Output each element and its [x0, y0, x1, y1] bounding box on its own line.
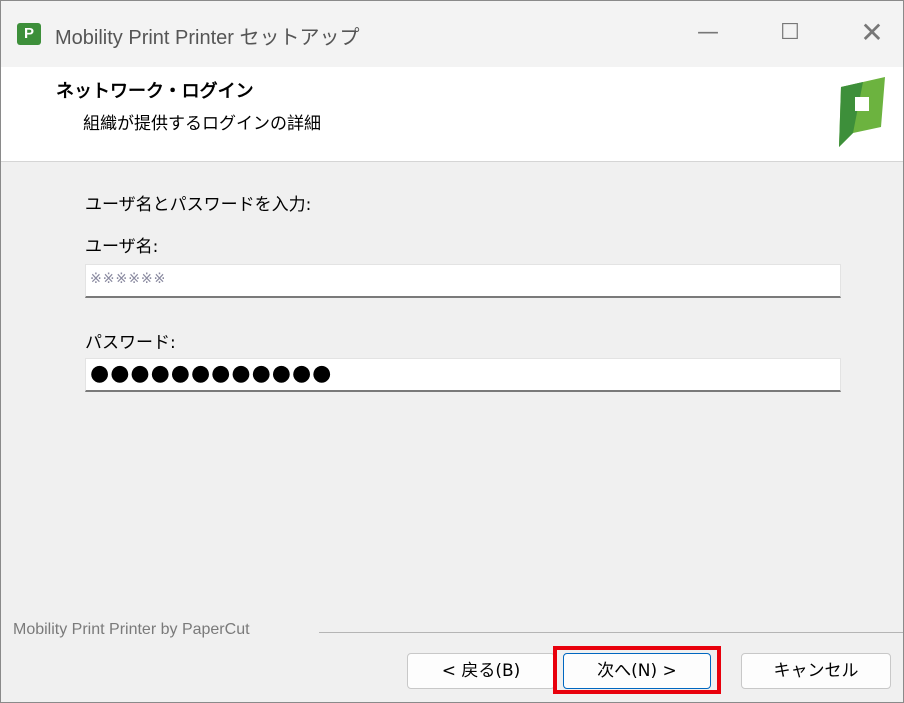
next-button-highlight — [553, 646, 721, 694]
username-label: ユーザ名: — [85, 237, 159, 257]
instruction-label: ユーザ名とパスワードを入力: — [85, 195, 312, 215]
wizard-header: ネットワーク・ログイン 組織が提供するログインの詳細 — [1, 67, 903, 162]
password-label: パスワード: — [85, 333, 176, 353]
minimize-button[interactable]: — — [685, 13, 731, 53]
password-field[interactable]: ●●●●●●●●●●●● — [85, 358, 841, 392]
close-button[interactable]: ✕ — [849, 13, 895, 53]
app-icon: P — [17, 23, 41, 45]
footer-branding: Mobility Print Printer by PaperCut — [13, 621, 250, 638]
app-icon-letter: P — [23, 25, 34, 42]
back-button[interactable]: < 戻る(B) — [407, 653, 555, 689]
form-area: ユーザ名とパスワードを入力: ユーザ名: ※※※※※※ パスワード: ●●●●●… — [1, 162, 903, 602]
window-title: Mobility Print Printer セットアップ — [55, 27, 360, 49]
title-bar: P Mobility Print Printer セットアップ — ☐ ✕ — [1, 1, 903, 67]
footer-divider — [319, 632, 903, 633]
maximize-button[interactable]: ☐ — [767, 13, 813, 53]
papercut-logo-icon — [839, 77, 885, 147]
username-field[interactable]: ※※※※※※ — [85, 264, 841, 298]
password-value: ●●●●●●●●●●●● — [90, 361, 333, 386]
page-title: ネットワーク・ログイン — [56, 81, 254, 102]
username-value: ※※※※※※ — [90, 271, 167, 287]
setup-window: P Mobility Print Printer セットアップ — ☐ ✕ ネッ… — [0, 0, 904, 703]
cancel-button[interactable]: キャンセル — [741, 653, 891, 689]
page-subtitle: 組織が提供するログインの詳細 — [83, 114, 321, 134]
